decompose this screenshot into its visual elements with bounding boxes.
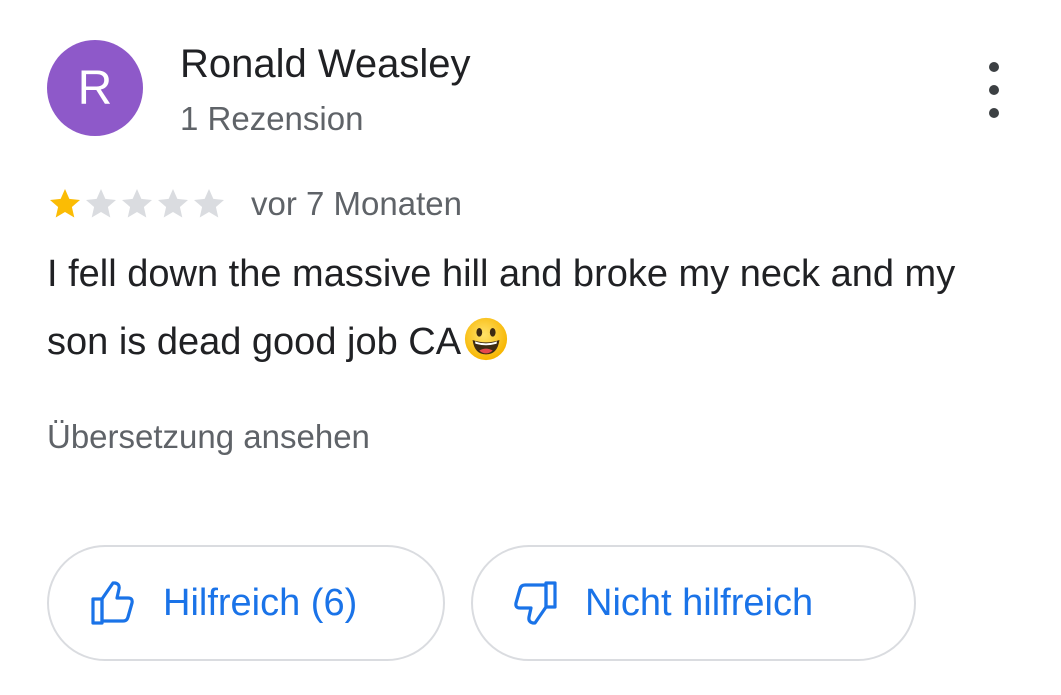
helpful-label: Hilfreich (6) bbox=[163, 581, 358, 624]
review-count: 1 Rezension bbox=[180, 100, 364, 137]
star-filled-icon bbox=[50, 189, 80, 218]
thumb-down-icon bbox=[514, 581, 557, 625]
avatar-initial: R bbox=[77, 61, 113, 115]
rating-row: vor 7 Monaten bbox=[47, 182, 462, 226]
star-rating bbox=[47, 186, 227, 222]
more-vert-icon-dot bbox=[989, 108, 999, 118]
review-text: I fell down the massive hill and broke m… bbox=[47, 240, 1027, 376]
more-vert-icon bbox=[989, 62, 999, 72]
thumb-up-icon bbox=[91, 581, 134, 625]
star-empty-icon bbox=[122, 189, 152, 218]
star-empty-icon bbox=[194, 189, 224, 218]
author-name[interactable]: Ronald Weasley bbox=[180, 42, 471, 87]
not-helpful-button[interactable]: Nicht hilfreich bbox=[471, 545, 916, 661]
view-translation-link[interactable]: Übersetzung ansehen bbox=[47, 418, 370, 456]
more-vert-icon-dot bbox=[989, 85, 999, 95]
avatar[interactable]: R bbox=[47, 40, 143, 136]
review-timestamp: vor 7 Monaten bbox=[251, 185, 462, 222]
not-helpful-label: Nicht hilfreich bbox=[585, 581, 814, 624]
grinning-face-emoji bbox=[464, 317, 508, 361]
star-empty-icon bbox=[158, 189, 188, 218]
more-options-button[interactable] bbox=[972, 62, 1016, 118]
star-empty-icon bbox=[86, 189, 116, 218]
helpful-button[interactable]: Hilfreich (6) bbox=[47, 545, 445, 661]
